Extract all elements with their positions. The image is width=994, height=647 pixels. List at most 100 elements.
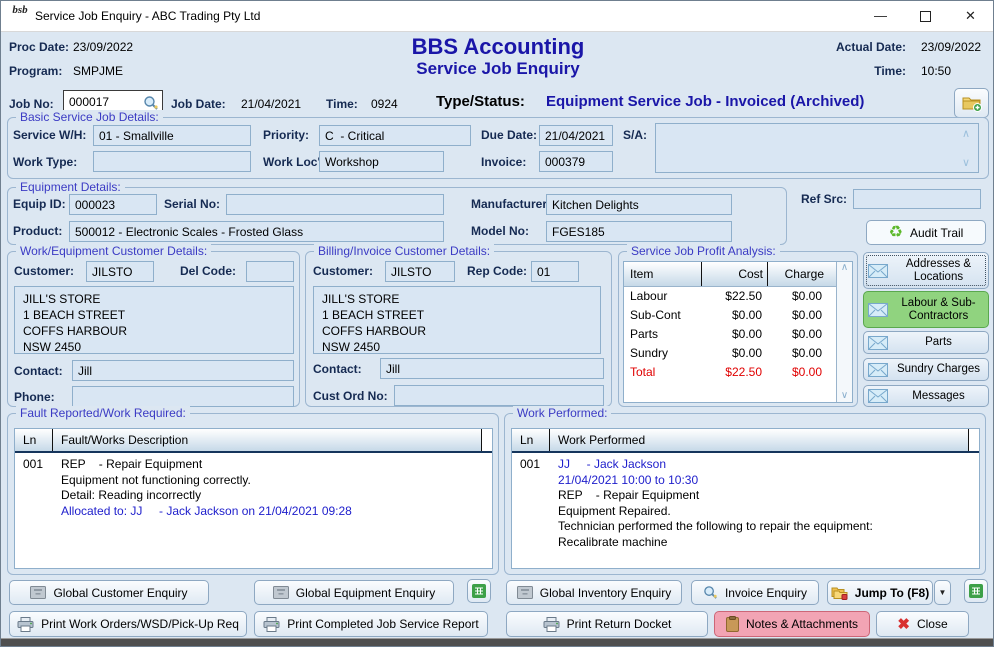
serial-no-field[interactable] (226, 194, 444, 215)
profit-table: Item Cost Charge Labour$22.50$0.00 Sub-C… (623, 261, 853, 403)
work-customer-address[interactable]: JILL'S STORE1 BEACH STREETCOFFS HARBOURN… (14, 286, 294, 354)
equip-id-label: Equip ID: (13, 197, 66, 211)
jump-to-button[interactable]: Jump To (F8) (827, 580, 933, 605)
work-header-spacer (969, 429, 979, 451)
profit-col-item: Item (624, 262, 702, 286)
profit-analysis-panel: Service Job Profit Analysis: Item Cost C… (618, 251, 858, 407)
window-title: Service Job Enquiry - ABC Trading Pty Lt… (35, 9, 260, 23)
invoice-field[interactable]: 000379 (539, 151, 613, 172)
phone-label: Phone: (14, 390, 55, 404)
del-code-label: Del Code: (180, 264, 236, 278)
new-job-button[interactable] (954, 88, 989, 118)
address-line: 1 BEACH STREET (23, 307, 285, 323)
manufacturer-field[interactable]: Kitchen Delights (546, 194, 732, 215)
close-button[interactable]: ✖ Close (876, 611, 969, 637)
service-wh-field[interactable]: 01 - Smallville (93, 125, 251, 146)
work-customer-code-field[interactable]: JILSTO (86, 261, 154, 282)
cust-ord-field[interactable] (394, 385, 604, 406)
messages-button[interactable]: Messages (863, 385, 989, 407)
phone-field[interactable] (72, 386, 294, 407)
profit-row: Sundry$0.00$0.00 (624, 344, 836, 363)
service-job-enquiry-window: bsb Service Job Enquiry - ABC Trading Pt… (0, 0, 994, 647)
profit-row: Total$22.50$0.00 (624, 363, 836, 382)
print-work-orders-button[interactable]: Print Work Orders/WSD/Pick-Up Req (9, 611, 247, 637)
close-window-button[interactable]: ✕ (948, 1, 993, 31)
fault-line: Equipment not functioning correctly. (53, 473, 492, 489)
fault-group: Fault Reported/Work Required: Ln Fault/W… (7, 413, 499, 575)
envelope-icon (868, 303, 888, 317)
profit-col-charge: Charge (768, 262, 828, 286)
due-date-field[interactable]: 21/04/2021 (539, 125, 613, 146)
work-type-field[interactable] (93, 151, 251, 172)
export-excel-button-2[interactable] (964, 579, 988, 603)
fault-col-description: Fault/Works Description (53, 429, 482, 451)
fault-line: Allocated to: JJ - Jack Jackson on 21/04… (53, 504, 492, 520)
work-type-label: Work Type: (13, 155, 77, 169)
actual-date-label: Actual Date: (821, 40, 906, 54)
address-line: 1 BEACH STREET (322, 307, 592, 323)
printer-icon (17, 617, 34, 632)
audit-trail-button[interactable]: ♻ Audit Trail (866, 220, 986, 245)
serial-no-label: Serial No: (164, 197, 220, 211)
work-performed-table[interactable]: Ln Work Performed 001 JJ - Jack Jackson2… (511, 428, 980, 569)
maximize-button[interactable] (903, 1, 948, 31)
maximize-icon (920, 11, 931, 22)
fault-row[interactable]: 001 REP - Repair EquipmentEquipment not … (15, 453, 492, 568)
work-performed-row[interactable]: 001 JJ - Jack Jackson21/04/2021 10:00 to… (512, 453, 979, 568)
priority-field[interactable]: C - Critical (319, 125, 471, 146)
billing-customer-code-field[interactable]: JILSTO (385, 261, 455, 282)
envelope-icon (868, 264, 888, 278)
notes-attachments-button[interactable]: Notes & Attachments (714, 611, 870, 637)
work-row-lines: JJ - Jack Jackson21/04/2021 10:00 to 10:… (550, 453, 979, 568)
sa-label: S/A: (623, 128, 647, 142)
scroll-down-icon[interactable]: ∨ (841, 391, 848, 401)
invoice-enquiry-button[interactable]: Invoice Enquiry (691, 580, 819, 605)
jump-to-dropdown-button[interactable]: ▼ (934, 580, 951, 605)
profit-table-header: Item Cost Charge (624, 262, 836, 287)
ref-src-field[interactable] (853, 189, 981, 209)
product-field[interactable]: 500012 - Electronic Scales - Frosted Gla… (69, 221, 444, 242)
work-locn-field[interactable]: Workshop (319, 151, 444, 172)
del-code-field[interactable] (246, 261, 294, 282)
chevron-down-icon: ▼ (939, 588, 947, 597)
scroll-up-icon[interactable]: ∧ (841, 263, 848, 273)
spreadsheet-icon (471, 583, 487, 599)
billing-customer-address[interactable]: JILL'S STORE1 BEACH STREETCOFFS HARBOURN… (313, 286, 601, 354)
sundry-charges-button[interactable]: Sundry Charges (863, 358, 989, 381)
export-excel-button[interactable] (467, 579, 491, 603)
billing-contact-field[interactable]: Jill (380, 358, 604, 379)
minimize-button[interactable]: — (858, 1, 903, 31)
due-date-label: Due Date: (481, 128, 537, 142)
work-line: REP - Repair Equipment (550, 488, 979, 504)
parts-button[interactable]: Parts (863, 331, 989, 354)
sa-scroll-down-icon[interactable]: ∨ (962, 156, 970, 169)
fault-table[interactable]: Ln Fault/Works Description 001 REP - Rep… (14, 428, 493, 569)
sa-scroll-up-icon[interactable]: ∧ (962, 127, 970, 140)
global-inventory-enquiry-button[interactable]: Global Inventory Enquiry (506, 580, 682, 605)
addresses-locations-button[interactable]: Addresses & Locations (863, 252, 989, 289)
proc-date-label: Proc Date: (9, 40, 69, 54)
job-no-label: Job No: (9, 97, 54, 111)
fault-row-ln: 001 (15, 453, 53, 568)
profit-row: G/P-$22.500.00% (624, 401, 836, 402)
labour-subcontractors-button[interactable]: Labour & Sub-Contractors (863, 291, 989, 328)
search-icon[interactable] (143, 95, 159, 111)
title-bar[interactable]: bsb Service Job Enquiry - ABC Trading Pt… (1, 1, 993, 32)
equip-id-field[interactable]: 000023 (69, 194, 157, 215)
print-completed-report-button[interactable]: Print Completed Job Service Report (254, 611, 488, 637)
global-equipment-enquiry-button[interactable]: Global Equipment Enquiry (254, 580, 454, 605)
archive-box-icon (273, 586, 289, 599)
profit-row: Labour$22.50$0.00 (624, 287, 836, 306)
profit-col-cost: Cost (702, 262, 768, 286)
address-line: COFFS HARBOUR (23, 323, 285, 339)
model-no-field[interactable]: FGES185 (546, 221, 732, 242)
global-customer-enquiry-button[interactable]: Global Customer Enquiry (9, 580, 209, 605)
work-line: Equipment Repaired. (550, 504, 979, 520)
work-contact-field[interactable]: Jill (72, 360, 294, 381)
rep-code-field[interactable]: 01 (531, 261, 579, 282)
billing-customer-title: Billing/Invoice Customer Details: (314, 244, 494, 258)
print-return-docket-button[interactable]: Print Return Docket (506, 611, 708, 637)
sa-field[interactable] (655, 123, 979, 173)
profit-scrollbar[interactable]: ∧ ∨ (836, 262, 852, 402)
address-line: NSW 2450 (23, 339, 285, 355)
